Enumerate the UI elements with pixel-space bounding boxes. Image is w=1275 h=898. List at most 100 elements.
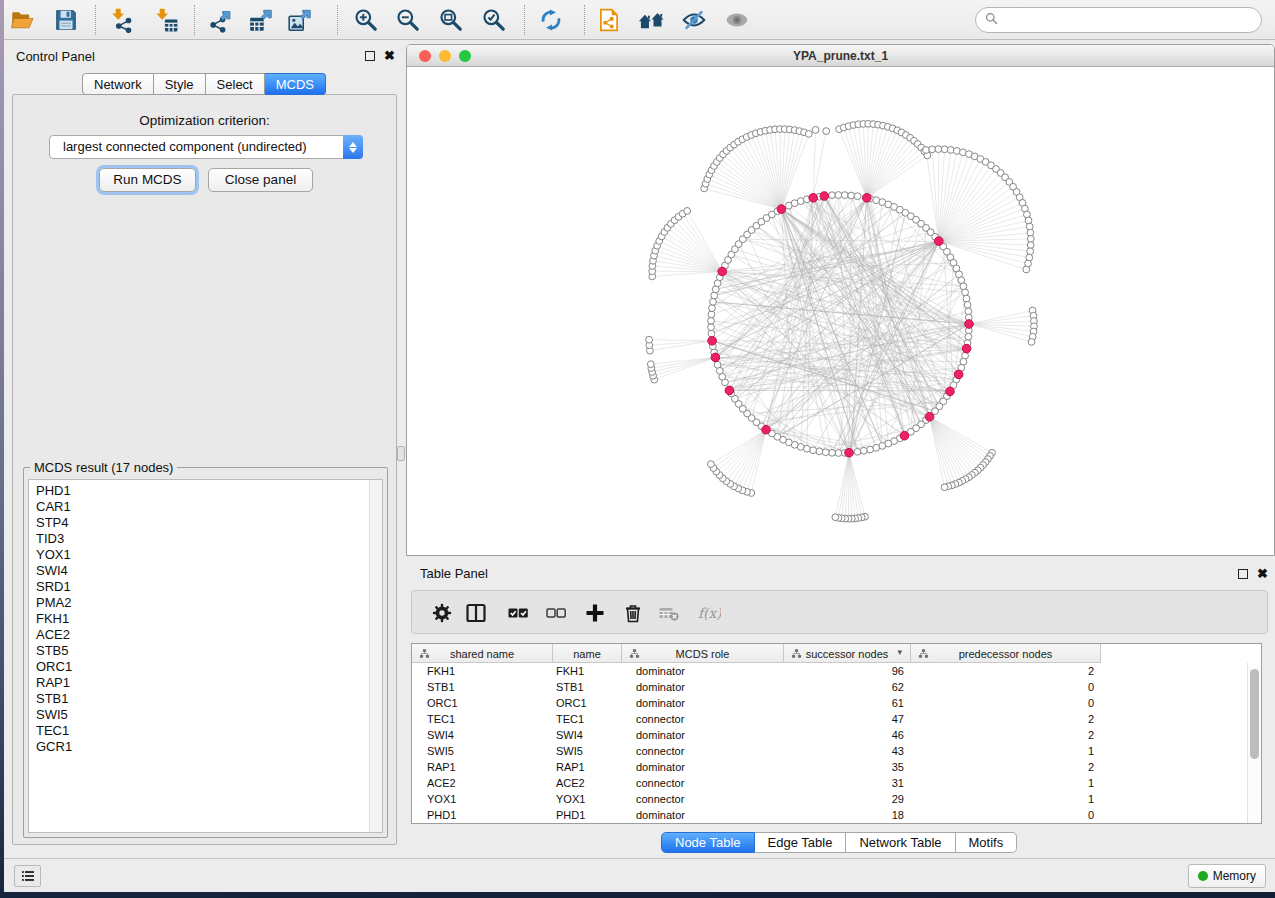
show-panel-icon[interactable] <box>724 7 750 33</box>
cell-mcds-role: dominator <box>636 697 685 709</box>
mcds-result-scrollbar[interactable] <box>369 480 382 832</box>
cell-shared-name: RAP1 <box>427 761 456 773</box>
export-image-icon[interactable] <box>287 7 313 33</box>
cell-shared-name: ACE2 <box>427 777 456 789</box>
cell-successor-nodes: 43 <box>784 745 904 757</box>
tab-style[interactable]: Style <box>154 73 206 95</box>
home-network-icon[interactable] <box>638 7 664 33</box>
cell-successor-nodes: 18 <box>784 809 904 821</box>
export-network-icon[interactable] <box>208 7 234 33</box>
hide-panel-icon[interactable] <box>681 7 707 33</box>
zoom-selected-icon[interactable] <box>481 7 507 33</box>
select-all-columns-icon[interactable] <box>506 601 530 625</box>
mcds-result-item[interactable]: STB1 <box>36 691 382 707</box>
mcds-result-item[interactable]: GCR1 <box>36 739 382 755</box>
cell-name: STB1 <box>556 681 584 693</box>
mcds-result-list: PHD1CAR1STP4TID3YOX1SWI4SRD1PMA2FKH1ACE2… <box>28 479 383 833</box>
cell-mcds-role: connector <box>636 793 684 805</box>
main-toolbar <box>4 0 1275 40</box>
toolbar-separator <box>584 5 585 35</box>
tab-network[interactable]: Network <box>82 73 154 95</box>
mcds-result-item[interactable]: TID3 <box>36 531 382 547</box>
run-mcds-button[interactable]: Run MCDS <box>99 168 196 192</box>
table-panel: Table Panel ✖ f(x) shared namenameMCDS r… <box>406 560 1275 858</box>
network-graph-canvas[interactable] <box>407 68 1274 555</box>
cell-mcds-role: connector <box>636 777 684 789</box>
mcds-result-item[interactable]: PHD1 <box>36 483 382 499</box>
refresh-icon[interactable] <box>538 7 564 33</box>
cell-predecessor-nodes: 0 <box>911 809 1094 821</box>
cell-mcds-role: dominator <box>636 729 685 741</box>
open-session-icon[interactable] <box>9 7 35 33</box>
share-document-icon[interactable] <box>596 7 622 33</box>
table-scrollbar-thumb[interactable] <box>1250 669 1259 759</box>
mcds-result-item[interactable]: ACE2 <box>36 627 382 643</box>
list-icon <box>19 867 37 885</box>
optimization-criterion-select[interactable]: largest connected component (undirected) <box>49 135 363 159</box>
mcds-result-item[interactable]: PMA2 <box>36 595 382 611</box>
mcds-result-item[interactable]: STP4 <box>36 515 382 531</box>
cell-mcds-role: connector <box>636 713 684 725</box>
settings-gear-icon[interactable] <box>430 601 454 625</box>
toolbar-separator <box>194 5 195 35</box>
export-table-icon[interactable] <box>248 7 274 33</box>
mcds-result-item[interactable]: CAR1 <box>36 499 382 515</box>
zoom-fit-icon[interactable] <box>438 7 464 33</box>
mcds-result-item[interactable]: ORC1 <box>36 659 382 675</box>
table-scrollbar[interactable] <box>1247 663 1261 823</box>
splitter-handle[interactable] <box>397 446 405 461</box>
tab-network-table[interactable]: Network Table <box>846 832 955 853</box>
float-icon[interactable] <box>365 51 375 61</box>
cell-name: FKH1 <box>556 665 584 677</box>
mcds-result-item[interactable]: SWI5 <box>36 707 382 723</box>
function-builder-icon: f(x) <box>697 601 721 625</box>
cell-predecessor-nodes: 1 <box>911 777 1094 789</box>
zoom-out-icon[interactable] <box>395 7 421 33</box>
close-icon[interactable]: ✖ <box>384 50 395 62</box>
column-header-name[interactable]: name <box>553 644 622 663</box>
close-panel-button[interactable]: Close panel <box>208 168 313 192</box>
cell-name: ACE2 <box>556 777 585 789</box>
mcds-result-item[interactable]: RAP1 <box>36 675 382 691</box>
mcds-result-item[interactable]: TEC1 <box>36 723 382 739</box>
column-header-shared-name[interactable]: shared name <box>412 644 553 663</box>
close-icon[interactable]: ✖ <box>1257 568 1268 580</box>
column-header-successor-nodes[interactable]: successor nodes▾ <box>784 644 911 663</box>
optimization-criterion-label: Optimization criterion: <box>13 113 396 128</box>
table-panel-title: Table Panel <box>420 566 488 581</box>
float-icon[interactable] <box>1238 569 1248 579</box>
mcds-result-item[interactable]: YOX1 <box>36 547 382 563</box>
toolbar-separator <box>337 5 338 35</box>
task-history-button[interactable] <box>14 865 41 887</box>
cell-successor-nodes: 96 <box>784 665 904 677</box>
tab-edge-table[interactable]: Edge Table <box>755 832 847 853</box>
cell-successor-nodes: 46 <box>784 729 904 741</box>
unselect-all-columns-icon[interactable] <box>544 601 568 625</box>
toggle-columns-icon[interactable] <box>464 601 488 625</box>
mcds-panel: Optimization criterion: largest connecte… <box>12 94 397 845</box>
mcds-result-item[interactable]: SWI4 <box>36 563 382 579</box>
tab-select[interactable]: Select <box>206 73 265 95</box>
attribute-tree-icon <box>629 648 640 659</box>
column-header-predecessor-nodes[interactable]: predecessor nodes <box>911 644 1101 663</box>
mcds-result-item[interactable]: FKH1 <box>36 611 382 627</box>
cell-predecessor-nodes: 0 <box>911 697 1094 709</box>
delete-column-icon[interactable] <box>621 601 645 625</box>
add-column-icon[interactable] <box>583 601 607 625</box>
optimization-criterion-value: largest connected component (undirected) <box>63 139 307 154</box>
search-input[interactable] <box>975 7 1262 33</box>
column-header-MCDS-role[interactable]: MCDS role <box>622 644 784 663</box>
tab-motifs[interactable]: Motifs <box>956 832 1018 853</box>
cell-predecessor-nodes: 2 <box>911 729 1094 741</box>
memory-button[interactable]: Memory <box>1188 864 1266 888</box>
save-session-icon[interactable] <box>53 7 79 33</box>
zoom-in-icon[interactable] <box>353 7 379 33</box>
import-network-icon[interactable] <box>109 7 135 33</box>
import-table-icon[interactable] <box>153 7 179 33</box>
mcds-result-item[interactable]: STB5 <box>36 643 382 659</box>
network-view-window: YPA_prune.txt_1 <box>406 44 1275 556</box>
control-panel-title: Control Panel <box>16 49 95 64</box>
tab-node-table[interactable]: Node Table <box>661 832 755 853</box>
tab-mcds[interactable]: MCDS <box>265 73 326 95</box>
mcds-result-item[interactable]: SRD1 <box>36 579 382 595</box>
